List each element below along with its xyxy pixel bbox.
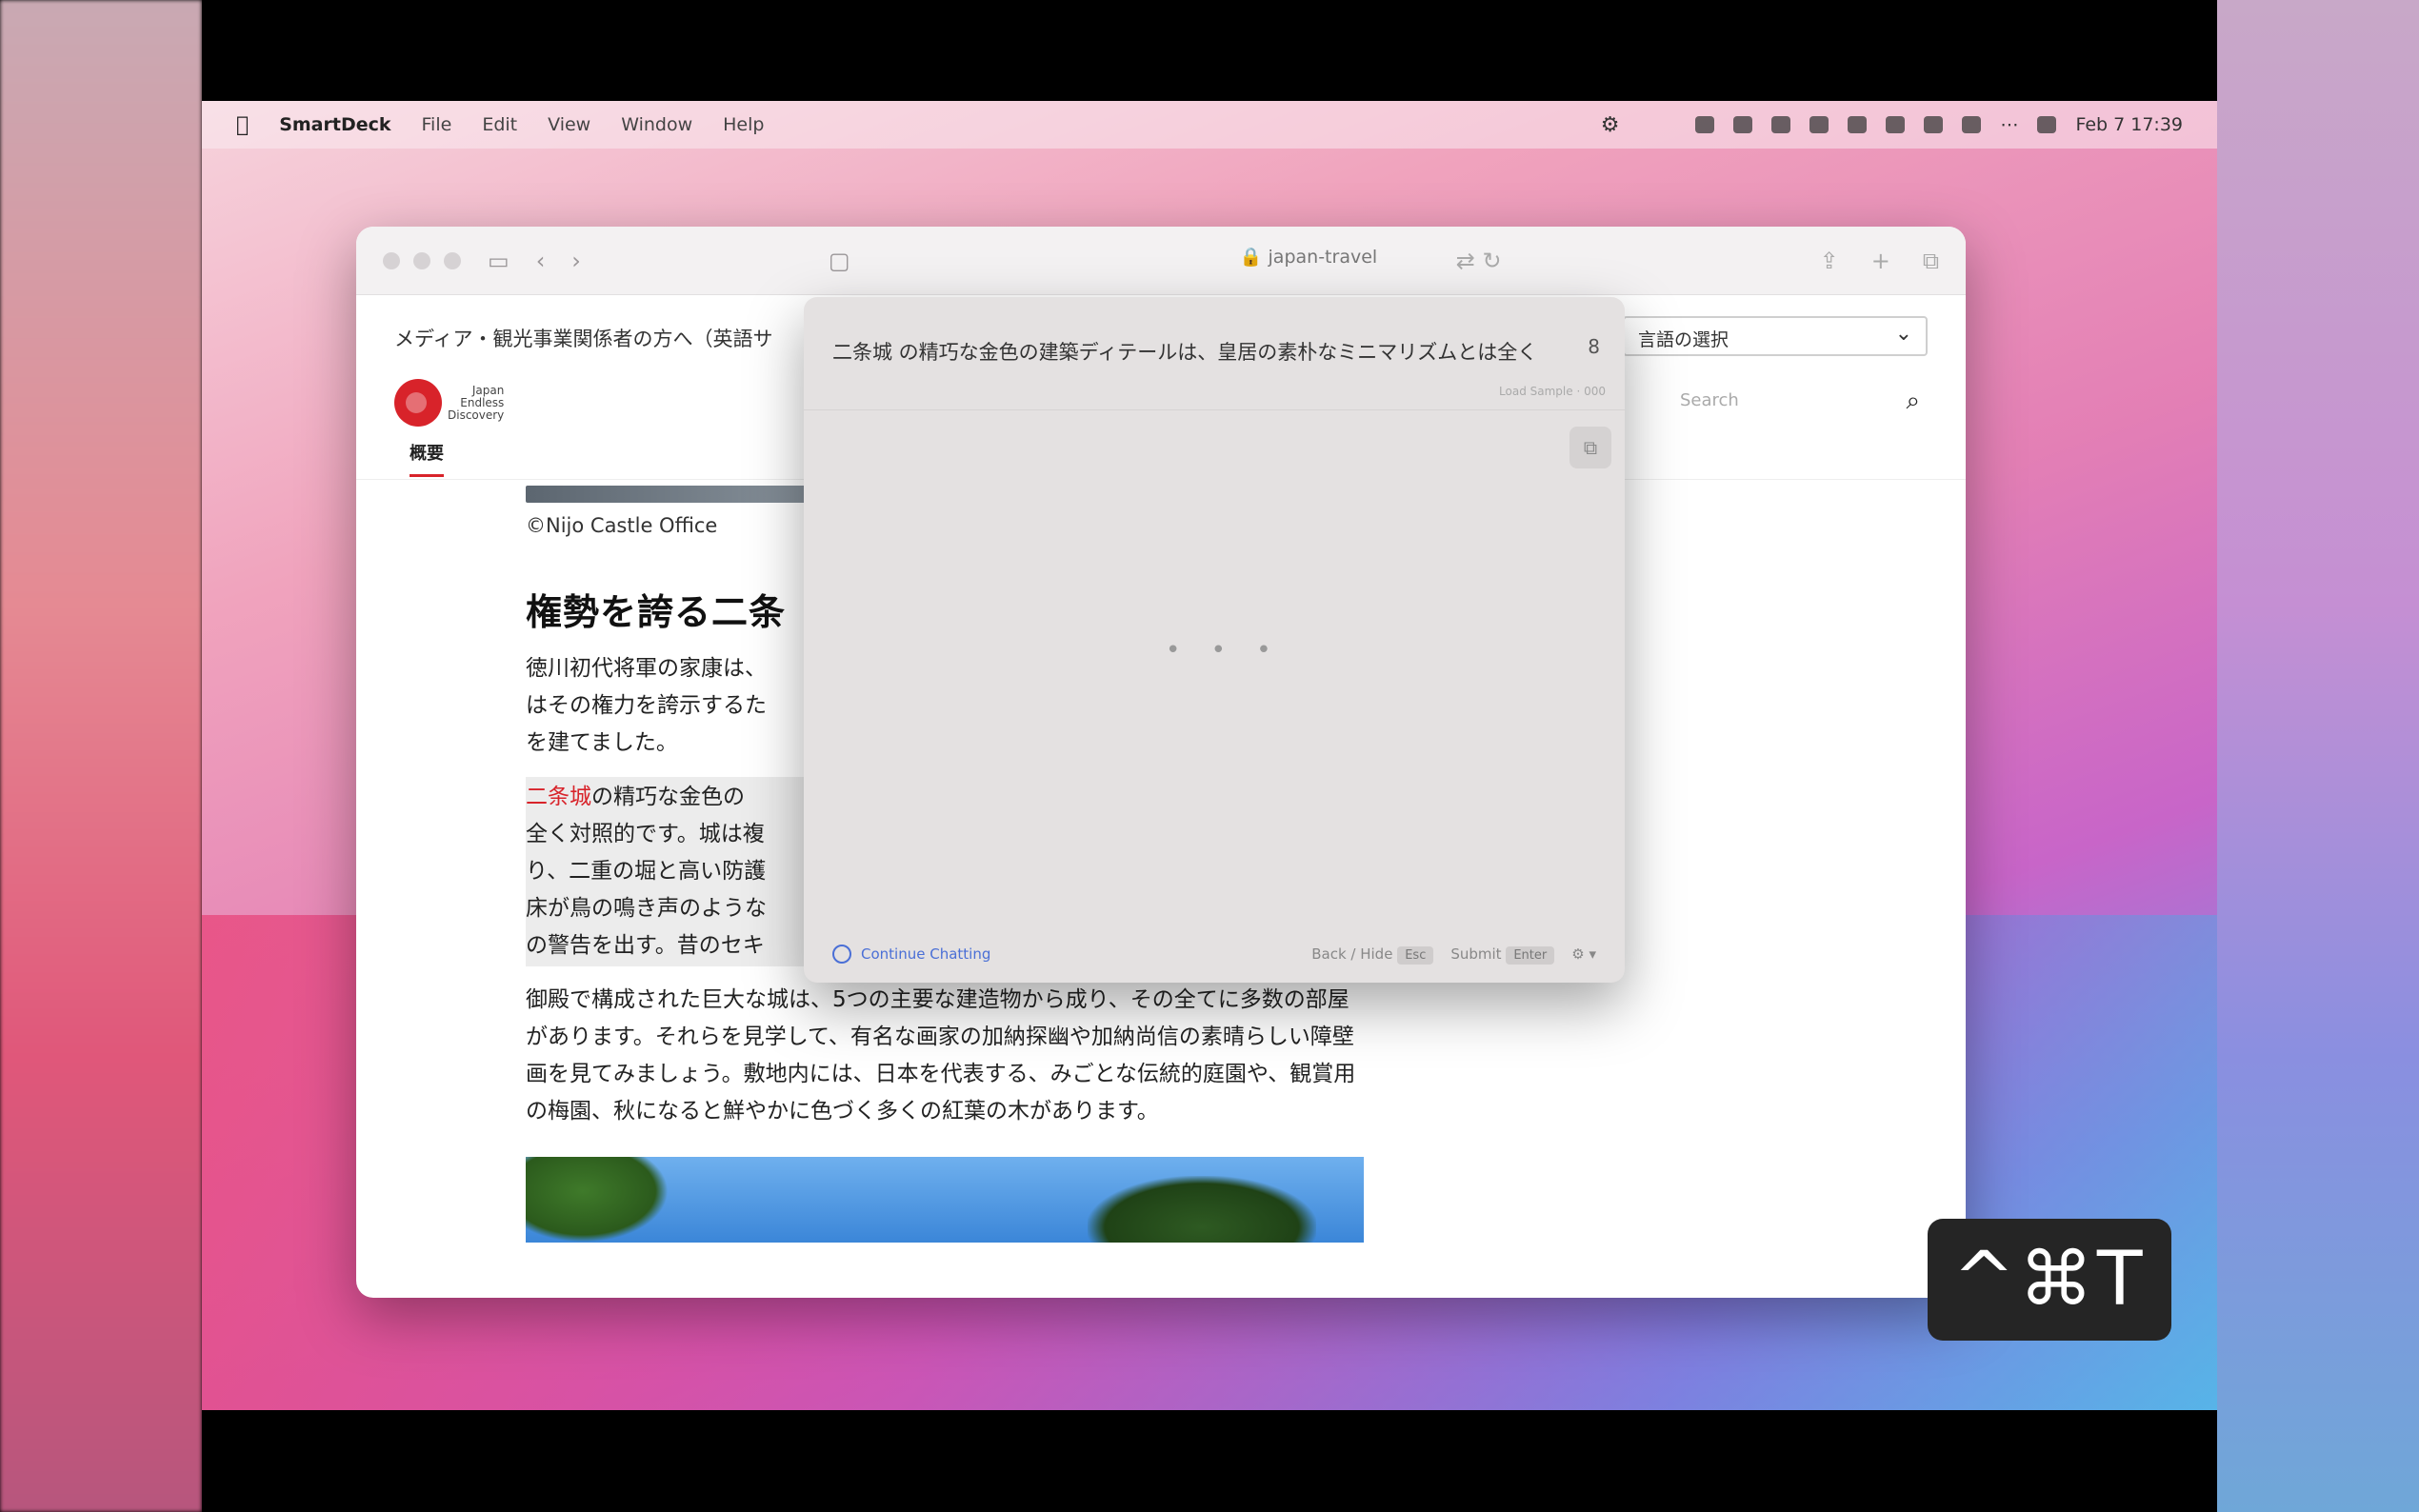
minimize-button[interactable] [413,251,430,269]
user-icon[interactable] [2037,116,2057,133]
letterbox-top [202,0,2217,101]
menu-help[interactable]: Help [723,114,764,135]
menu-file[interactable]: File [422,114,452,135]
status-area: ⚙ ⋯ Feb 7 17:39 [1601,113,2183,137]
continue-chatting-label: Continue Chatting [861,945,991,963]
screen-recording:  SmartDeck File Edit View Window Help ⚙… [0,0,2419,1512]
popup-footer: Continue Chatting Back / Hide Esc Submit… [804,925,1625,983]
forward-icon[interactable]: › [571,248,581,274]
logo-line-2: Endless [460,395,505,409]
desktop:  SmartDeck File Edit View Window Help ⚙… [202,101,2217,1410]
tree-right [1088,1176,1316,1243]
left-blur-border [0,0,202,1512]
back-icon[interactable]: ‹ [536,248,546,274]
settings-icon[interactable]: ⚙ ▾ [1571,945,1596,963]
tree-left [526,1157,669,1243]
back-hide-label: Back / Hide [1311,945,1393,963]
paragraph-1: 徳川初代将軍の家康は、 はその権力を誇示するた を建てました。 [526,656,767,755]
clock[interactable]: Feb 7 17:39 [2075,114,2183,135]
menu-window[interactable]: Window [621,114,692,135]
search-input[interactable]: Search ⌕ [1670,379,1928,425]
media-notice-link[interactable]: メディア・観光事業関係者の方へ（英語サ [394,324,773,352]
menu-view[interactable]: View [548,114,590,135]
right-blur-border [2217,0,2419,1512]
menu-edit[interactable]: Edit [482,114,517,135]
back-hide-button[interactable]: Back / Hide Esc [1311,945,1434,965]
popup-meta: Load Sample · 000 [1499,385,1606,398]
browser-toolbar: ▭ ‹ › ▢ 🔒 japan-travel ⇄ ↻ ⇪ + ⧉ [356,227,1966,295]
tab-overview[interactable]: 概要 [410,440,444,477]
copy-icon: ⧉ [1583,436,1598,459]
zoom-button[interactable] [444,251,461,269]
toolbar-right: ⇄ ↻ ⇪ + ⧉ [1456,248,1939,274]
menu-app-name[interactable]: SmartDeck [279,114,390,135]
keyboard-shortcut-overlay: ^⌘T [1928,1219,2171,1341]
menu-bar:  SmartDeck File Edit View Window Help ⚙… [202,101,2217,149]
apple-icon[interactable]:  [236,113,249,137]
chat-icon [832,945,851,964]
loading-indicator: • • • [1166,636,1283,665]
popup-actions: Back / Hide Esc Submit Enter ⚙ ▾ [1311,945,1596,965]
search-icon[interactable]: ⌕ [1906,387,1920,416]
logo-line-3: Discovery [448,408,505,422]
tabs-overview-icon[interactable]: ⧉ [1923,248,1939,274]
popup-source-text: 二条城 の精巧な金色の建築ディテールは、皇居の素朴なミニマリズムとは全く [832,341,1538,364]
new-tab-icon[interactable]: + [1871,248,1890,274]
more-icon[interactable]: ⋯ [2000,114,2018,135]
close-button[interactable] [383,251,400,269]
headphones-icon[interactable] [1886,116,1906,133]
submit-label: Submit [1450,945,1502,963]
keyword-nijo[interactable]: 二条城 [526,785,591,809]
messages-icon[interactable] [1733,116,1753,133]
continue-chatting-button[interactable]: Continue Chatting [832,945,990,964]
search-placeholder: Search [1680,390,1739,410]
address-text: japan-travel [1268,247,1378,268]
esc-key: Esc [1397,946,1434,965]
chevron-down-icon: ⌄ [1894,322,1912,346]
window-controls [383,251,461,269]
printer-icon[interactable] [1809,116,1829,133]
copy-button[interactable]: ⧉ [1569,427,1611,468]
paragraph-3: 御殿で構成された巨大な城は、5つの主要な建造物から成り、その全てに多数の部屋があ… [526,987,1356,1124]
language-select-value: 言語の選択 [1638,329,1729,350]
japan-logo-mark [394,379,442,427]
translation-popup: 二条城 の精巧な金色の建築ディテールは、皇居の素朴なミニマリズムとは全く 8 L… [804,297,1625,983]
language-select[interactable]: 言語の選択 ⌄ [1623,316,1928,356]
site-logo[interactable]: Japan Endless Discovery [394,379,504,427]
popup-divider [804,409,1625,410]
share-icon[interactable]: ⇪ [1820,248,1839,274]
garden-photo [526,1157,1364,1243]
gear-icon[interactable]: ⚙ [1601,113,1620,137]
letterbox-bottom [202,1410,2217,1512]
wifi-icon[interactable] [1924,116,1944,133]
address-bar[interactable]: 🔒 japan-travel [1109,246,1509,268]
logo-text: Japan Endless Discovery [448,383,505,422]
paragraph-2-selected[interactable]: 二条城の精巧な金色の 全く対照的です。城は複 り、二重の堀と高い防護 床が鳥の鳴… [526,777,811,966]
submit-button[interactable]: Submit Enter [1450,945,1555,965]
logo-line-1: Japan [471,383,505,397]
battery-icon[interactable] [1962,116,1982,133]
shield-icon[interactable]: ▢ [829,248,850,274]
enter-key: Enter [1506,946,1555,965]
status-app-icon[interactable] [1695,116,1715,133]
play-icon[interactable] [1848,116,1868,133]
popup-source-count: 8 [1588,335,1600,358]
paragraph-2-text: の精巧な金色の 全く対照的です。城は複 り、二重の堀と高い防護 床が鳥の鳴き声の… [526,785,767,958]
wechat-icon[interactable] [1771,116,1791,133]
sidebar-icon[interactable]: ▭ [488,248,510,274]
